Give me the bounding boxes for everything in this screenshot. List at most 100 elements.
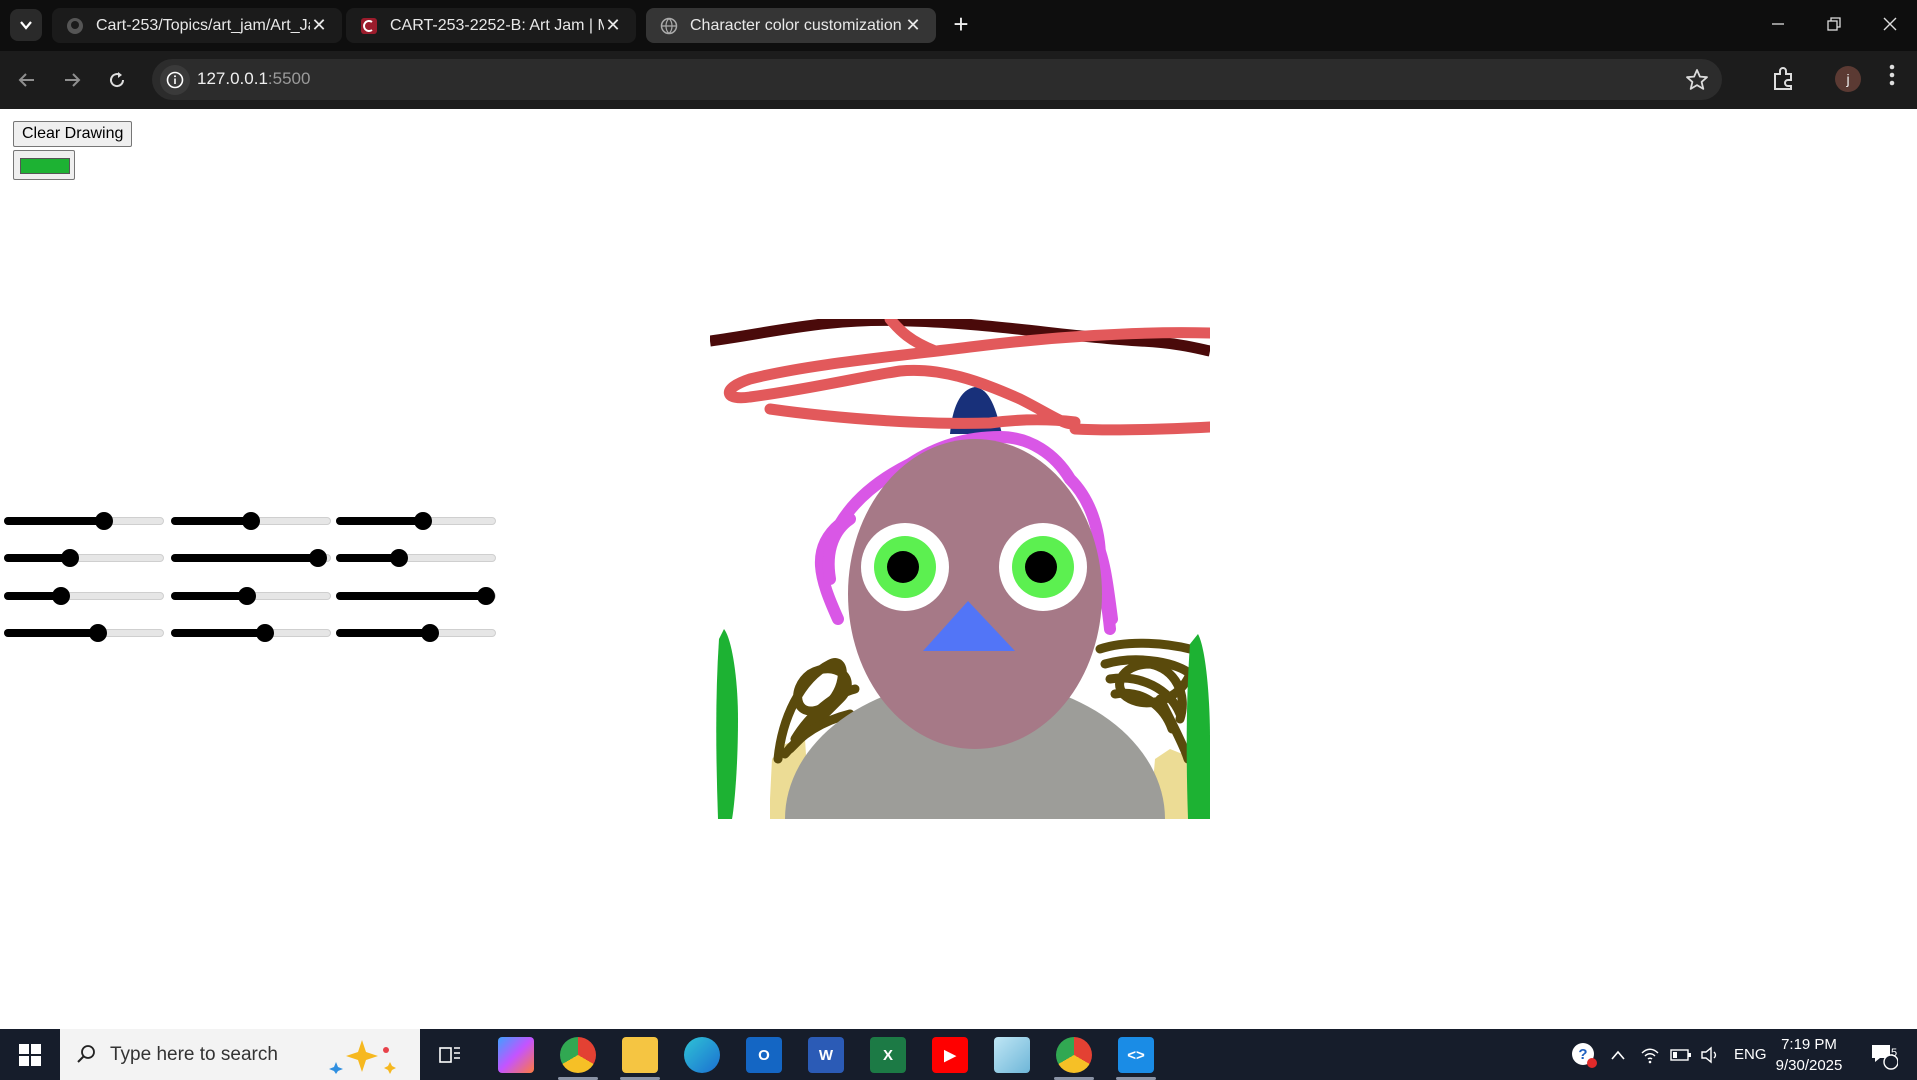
- edge-icon[interactable]: [684, 1037, 720, 1073]
- slider-fill: [171, 517, 251, 525]
- slider-thumb[interactable]: [477, 587, 495, 605]
- grass-stroke: [716, 629, 738, 819]
- color-picker[interactable]: [13, 150, 75, 180]
- arrow-right-icon: [65, 73, 81, 87]
- svg-text:?: ?: [1578, 1046, 1587, 1063]
- customization-slider[interactable]: [336, 548, 496, 568]
- wifi-icon: [1641, 1048, 1659, 1063]
- browser-tab-bar: Cart-253/Topics/art_jam/Art_Jam ✕ CART-2…: [0, 0, 1917, 51]
- info-icon: [166, 71, 184, 89]
- search-icon: [77, 1045, 95, 1063]
- customization-slider[interactable]: [4, 623, 164, 643]
- customization-slider[interactable]: [4, 511, 164, 531]
- right-eye: [999, 523, 1087, 611]
- customization-slider[interactable]: [171, 511, 331, 531]
- customization-slider[interactable]: [4, 548, 164, 568]
- course-icon: [361, 17, 377, 34]
- address-bar[interactable]: 127.0.0.1:5500: [152, 59, 1722, 100]
- slider-fill: [336, 629, 430, 637]
- forward-button[interactable]: [55, 63, 89, 97]
- word-icon[interactable]: W: [808, 1037, 844, 1073]
- slider-thumb[interactable]: [95, 512, 113, 530]
- reload-button[interactable]: [100, 63, 134, 97]
- browser-menu-button[interactable]: [1880, 64, 1904, 94]
- extensions-icon[interactable]: [1766, 62, 1800, 96]
- drawing-canvas[interactable]: [710, 319, 1210, 819]
- browser-toolbar: 127.0.0.1:5500 j: [0, 51, 1917, 109]
- start-button[interactable]: [0, 1029, 60, 1080]
- slider-fill: [336, 517, 423, 525]
- language-indicator[interactable]: ENG: [1734, 1029, 1767, 1080]
- customization-slider[interactable]: [4, 586, 164, 606]
- customization-slider[interactable]: [336, 511, 496, 531]
- customization-slider[interactable]: [336, 623, 496, 643]
- site-info-button[interactable]: [160, 65, 190, 95]
- battery-icon[interactable]: [1670, 1029, 1692, 1080]
- slider-thumb[interactable]: [89, 624, 107, 642]
- profile-avatar[interactable]: j: [1835, 66, 1861, 92]
- taskbar-clock[interactable]: 7:19 PM 9/30/2025: [1764, 1034, 1854, 1076]
- tab-character-color[interactable]: Character color customization ✕: [646, 8, 936, 43]
- slider-thumb[interactable]: [242, 512, 260, 530]
- tab-title: Character color customization: [690, 16, 902, 34]
- slider-fill: [171, 554, 318, 562]
- chrome-profile-icon[interactable]: [1056, 1037, 1092, 1073]
- outlook-icon[interactable]: O: [746, 1037, 782, 1073]
- task-view-button[interactable]: [432, 1037, 468, 1073]
- close-tab-icon[interactable]: ✕: [904, 15, 922, 36]
- minimize-button[interactable]: [1750, 0, 1806, 48]
- notifications-button[interactable]: 5: [1868, 1029, 1898, 1080]
- tab-search-button[interactable]: [10, 9, 42, 41]
- tab-github[interactable]: Cart-253/Topics/art_jam/Art_Jam ✕: [52, 8, 342, 43]
- chevron-down-icon: [20, 21, 32, 30]
- restore-button[interactable]: [1806, 0, 1862, 48]
- slider-thumb[interactable]: [61, 549, 79, 567]
- tab-title: Cart-253/Topics/art_jam/Art_Jam: [96, 16, 310, 34]
- taskbar-search[interactable]: Type here to search: [60, 1029, 420, 1080]
- left-eye: [861, 523, 949, 611]
- tab-title: CART-253-2252-B: Art Jam | Mo: [390, 16, 604, 34]
- page-content: Clear Drawing: [0, 109, 1917, 1029]
- network-icon[interactable]: [1640, 1029, 1660, 1080]
- slider-thumb[interactable]: [390, 549, 408, 567]
- youtube-icon[interactable]: ▶: [932, 1037, 968, 1073]
- clock-date: 9/30/2025: [1775, 1057, 1843, 1074]
- close-tab-icon[interactable]: ✕: [310, 15, 328, 36]
- close-window-button[interactable]: [1862, 0, 1917, 48]
- vscode-icon[interactable]: <>: [1118, 1037, 1154, 1073]
- customization-slider[interactable]: [171, 548, 331, 568]
- windows-logo-icon: [19, 1043, 41, 1066]
- show-hidden-icons[interactable]: [1610, 1029, 1626, 1080]
- new-tab-button[interactable]: +: [946, 10, 976, 40]
- file-explorer-icon[interactable]: [622, 1037, 658, 1073]
- notepad-icon[interactable]: [994, 1037, 1030, 1073]
- customization-slider[interactable]: [336, 586, 496, 606]
- slider-thumb[interactable]: [52, 587, 70, 605]
- close-tab-icon[interactable]: ✕: [604, 15, 622, 36]
- copilot-icon[interactable]: [498, 1037, 534, 1073]
- clear-drawing-button[interactable]: Clear Drawing: [13, 121, 133, 147]
- slider-thumb[interactable]: [421, 624, 439, 642]
- task-view-icon: [439, 1047, 460, 1063]
- battery-level-icon: [1670, 1048, 1691, 1061]
- sparkle-icon: [329, 1040, 396, 1074]
- close-icon: [1883, 17, 1897, 31]
- help-icon[interactable]: ?: [1570, 1029, 1598, 1080]
- github-icon: [67, 17, 83, 34]
- customization-slider[interactable]: [171, 586, 331, 606]
- bookmark-star-icon[interactable]: [1684, 67, 1710, 93]
- arrow-left-icon: [18, 73, 34, 87]
- back-button[interactable]: [10, 63, 44, 97]
- slider-thumb[interactable]: [309, 549, 327, 567]
- slider-thumb[interactable]: [238, 587, 256, 605]
- slider-thumb[interactable]: [256, 624, 274, 642]
- tab-course[interactable]: CART-253-2252-B: Art Jam | Mo ✕: [346, 8, 636, 43]
- speaker-icon: [1701, 1046, 1717, 1063]
- globe-icon: [660, 17, 678, 34]
- chrome-icon[interactable]: [560, 1037, 596, 1073]
- slider-thumb[interactable]: [414, 512, 432, 530]
- excel-icon[interactable]: X: [870, 1037, 906, 1073]
- volume-icon[interactable]: [1700, 1029, 1720, 1080]
- slider-fill: [171, 629, 265, 637]
- customization-slider[interactable]: [171, 623, 331, 643]
